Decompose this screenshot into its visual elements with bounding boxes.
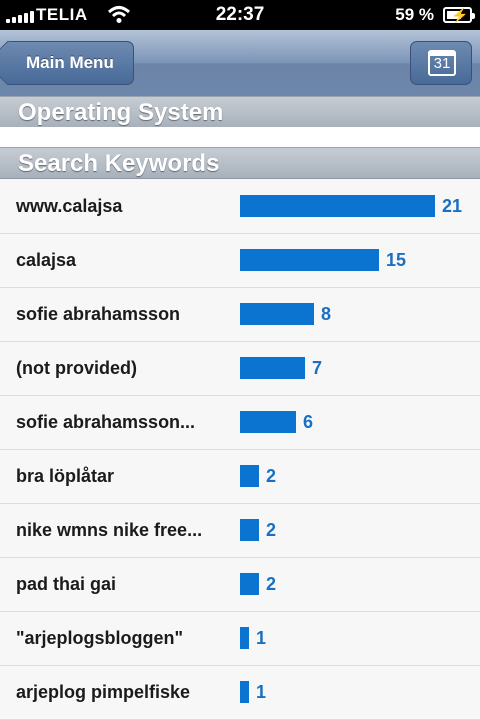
keyword-count: 15 xyxy=(386,250,407,270)
keyword-bar xyxy=(240,465,259,487)
keyword-row[interactable]: sofie abrahamsson... 6 xyxy=(0,396,480,450)
keyword-label: www.calajsa xyxy=(16,196,123,216)
keyword-bar xyxy=(240,411,296,433)
keyword-count: 2 xyxy=(266,574,277,594)
status-bar: TELIA 22:37 59 % ⚡ xyxy=(0,0,480,30)
keyword-row[interactable]: pad thai gai 2 xyxy=(0,558,480,612)
keyword-label: pad thai gai xyxy=(16,574,117,594)
keyword-count: 1 xyxy=(256,682,267,702)
keyword-label: nike wmns nike free... xyxy=(16,520,203,540)
keyword-row[interactable]: nike wmns nike free... 2 xyxy=(0,504,480,558)
keyword-label: arjeplog pimpelfiske xyxy=(16,682,191,702)
keyword-label: calajsa xyxy=(16,250,77,270)
keyword-row[interactable]: (not provided) 7 xyxy=(0,342,480,396)
keyword-bar xyxy=(240,627,249,649)
keyword-row[interactable]: calajsa 15 xyxy=(0,234,480,288)
main-menu-back-button[interactable]: Main Menu xyxy=(8,41,134,85)
calendar-button[interactable]: 31 xyxy=(410,41,472,85)
keyword-label: (not provided) xyxy=(16,358,137,378)
keyword-count: 2 xyxy=(266,466,277,486)
calendar-icon: 31 xyxy=(428,50,456,76)
keyword-label: sofie abrahamsson... xyxy=(16,412,196,432)
keyword-count: 2 xyxy=(266,520,277,540)
battery-percentage: 59 % xyxy=(395,5,434,24)
keyword-count: 7 xyxy=(312,358,323,378)
keyword-row[interactable]: bra löplåtar 2 xyxy=(0,450,480,504)
keyword-bar xyxy=(240,519,259,541)
keyword-label: sofie abrahamsson xyxy=(16,304,181,324)
keyword-list: www.calajsa 21 calajsa 15 sofie abrahamsson 8… xyxy=(0,180,480,720)
keyword-count: 8 xyxy=(321,304,332,324)
keyword-bar xyxy=(240,357,305,379)
section-header-search-keywords: Search Keywords xyxy=(0,147,480,179)
keyword-bar xyxy=(240,195,435,217)
keyword-count: 6 xyxy=(303,412,314,432)
keyword-bar xyxy=(240,249,379,271)
keyword-label: bra löplåtar xyxy=(16,466,115,486)
section-header-operating-system: Operating System xyxy=(0,96,480,128)
keyword-row[interactable]: arjeplog pimpelfiske 1 xyxy=(0,666,480,720)
back-button-label: Main Menu xyxy=(26,53,114,72)
keyword-bar xyxy=(240,573,259,595)
keyword-label: "arjeplogsbloggen" xyxy=(16,628,184,648)
navigation-bar: Main Menu 31 xyxy=(0,30,480,97)
keyword-row[interactable]: "arjeplogsbloggen" 1 xyxy=(0,612,480,666)
keyword-count: 1 xyxy=(256,628,267,648)
keyword-bar xyxy=(240,681,249,703)
keyword-row[interactable]: www.calajsa 21 xyxy=(0,180,480,234)
battery-icon: ⚡ xyxy=(443,7,475,23)
keyword-count: 21 xyxy=(442,196,463,216)
os-row-partial xyxy=(0,127,480,148)
keyword-bar xyxy=(240,303,314,325)
keyword-row[interactable]: sofie abrahamsson 8 xyxy=(0,288,480,342)
